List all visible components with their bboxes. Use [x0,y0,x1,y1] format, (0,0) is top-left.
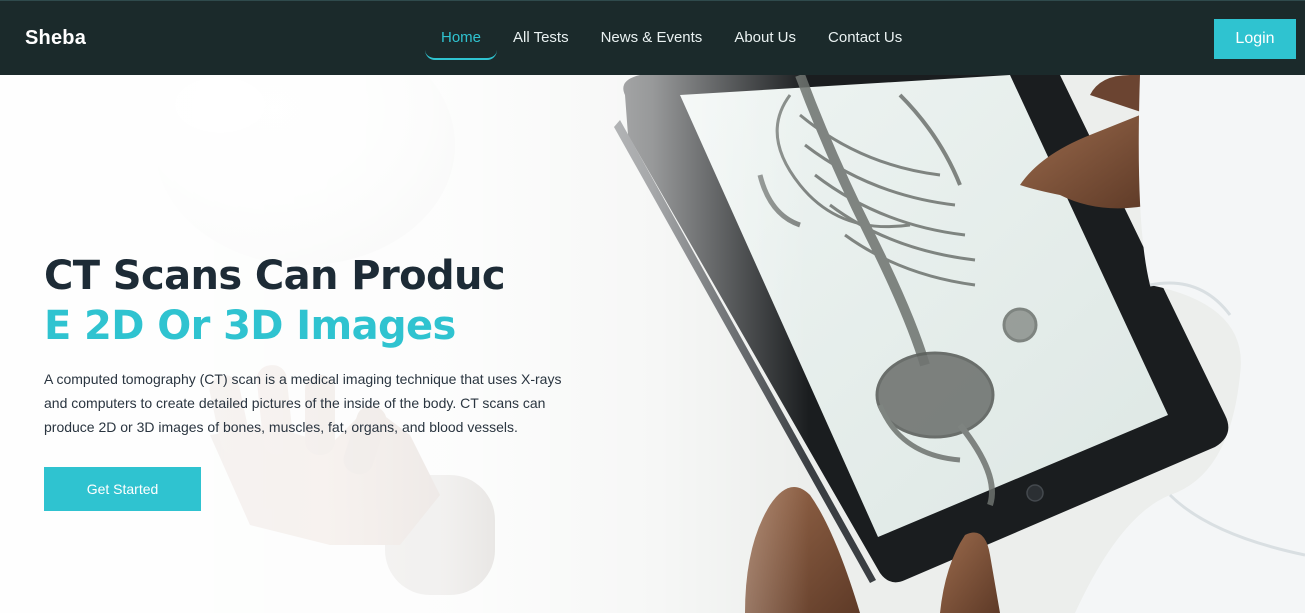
nav-contact-us[interactable]: Contact Us [812,17,918,59]
nav-home-label: Home [441,29,482,46]
nav-news-events-label: News & Events [600,29,703,46]
main-nav: Home All Tests News & Events About Us Co… [425,17,918,61]
login-button[interactable]: Login [1214,19,1296,59]
hero-section: CT Scans Can Produc E 2D Or 3D Images A … [0,75,1305,613]
top-navbar: Sheba Home All Tests News & Events About… [0,0,1305,75]
nav-news-events[interactable]: News & Events [585,17,719,59]
headline-line-1: CT Scans Can Produc [44,253,506,299]
hero-description: A computed tomography (CT) scan is a med… [44,371,562,435]
nav-about-us-label: About Us [734,29,797,46]
brand-logo[interactable]: Sheba [25,27,86,50]
nav-all-tests-label: All Tests [513,29,569,46]
active-indicator [425,50,498,60]
nav-about-us[interactable]: About Us [718,17,812,59]
nav-home[interactable]: Home [425,17,498,60]
nav-all-tests[interactable]: All Tests [497,17,585,59]
hero-headline: CT Scans Can Produc E 2D Or 3D Images [44,251,604,351]
headline-line-2: E 2D Or 3D Images [44,303,456,349]
nav-contact-us-label: Contact Us [828,29,903,46]
get-started-button[interactable]: Get Started [44,467,201,511]
